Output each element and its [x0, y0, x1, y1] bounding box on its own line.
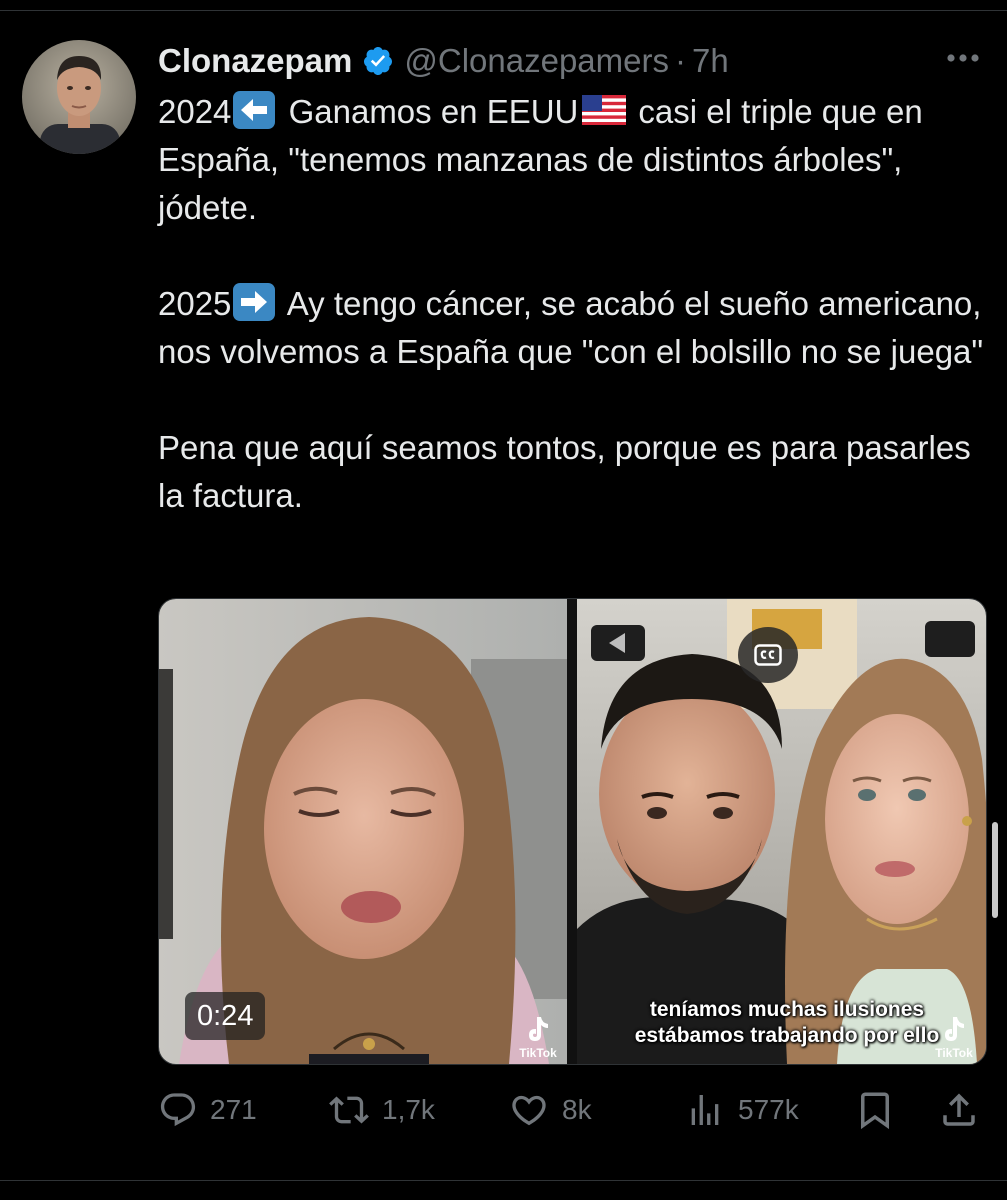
heart-icon	[512, 1095, 546, 1126]
us-flag-icon	[582, 90, 627, 125]
views-button[interactable]: 577k	[684, 1082, 799, 1138]
bottom-divider	[0, 1180, 1007, 1181]
tweet-text: 2024 Ganamos en EEUU casi el triple que e…	[158, 88, 988, 520]
reply-count: 271	[210, 1094, 257, 1125]
share-button[interactable]	[938, 1082, 980, 1138]
bookmark-icon	[861, 1092, 889, 1130]
timestamp[interactable]: 7h	[692, 42, 729, 80]
left-arrow-emoji-icon	[233, 91, 276, 129]
year-2024: 2024	[158, 93, 232, 130]
closed-captions-button[interactable]	[738, 627, 798, 683]
action-bar: 271 1,7k 8k 577k	[158, 1082, 988, 1138]
tiktok-logo-icon: TikTok	[929, 1015, 979, 1063]
reply-button[interactable]: 271	[158, 1082, 257, 1138]
top-divider	[0, 0, 1007, 11]
tweet-paragraph-2: 2025 Ay tengo cáncer, se acabó el sueño …	[158, 280, 988, 376]
avatar-image	[22, 40, 136, 154]
repost-button[interactable]: 1,7k	[328, 1082, 435, 1138]
handle[interactable]: @Clonazepamers	[404, 42, 669, 80]
tweet-header: Clonazepam @Clonazepamers · 7h	[158, 36, 998, 86]
like-button[interactable]: 8k	[508, 1082, 592, 1138]
video-duration: 0:24	[185, 992, 266, 1040]
repost-icon	[329, 1096, 369, 1124]
avatar[interactable]	[22, 40, 136, 154]
bookmark-button[interactable]	[854, 1082, 896, 1138]
separator-dot: ·	[675, 42, 686, 79]
tiktok-logo-icon: TikTok	[513, 1015, 563, 1063]
like-count: 8k	[562, 1094, 592, 1125]
views-count: 577k	[738, 1094, 799, 1125]
reply-icon	[160, 1093, 196, 1127]
video-caption: teníamos muchas ilusiones estábamos trab…	[634, 998, 940, 1047]
video-thumbnail-left[interactable]: 0:24 TikTok	[159, 599, 567, 1064]
tiktok-label: TikTok	[519, 1046, 557, 1060]
display-name[interactable]: Clonazepam	[158, 42, 352, 80]
media-container[interactable]: 0:24 TikTok teníamos muchas ilusiones es…	[158, 598, 987, 1065]
text-segment: Ay tengo cáncer, se acabó el sueño ameri…	[158, 285, 984, 370]
verified-badge-icon	[362, 45, 394, 77]
tiktok-label: TikTok	[935, 1046, 973, 1060]
repost-count: 1,7k	[382, 1094, 435, 1125]
share-icon	[943, 1093, 975, 1126]
more-options-icon[interactable]	[938, 40, 988, 76]
closed-captions-icon	[754, 644, 782, 666]
tweet-paragraph-3: Pena que aquí seamos tontos, porque es p…	[158, 429, 971, 514]
text-segment: Ganamos en EEUU	[279, 93, 579, 130]
scrollbar[interactable]	[992, 822, 998, 918]
tweet-paragraph-1: 2024 Ganamos en EEUU casi el triple que e…	[158, 88, 988, 232]
views-icon	[691, 1095, 719, 1125]
right-arrow-emoji-icon	[233, 283, 276, 321]
year-2025: 2025	[158, 285, 232, 322]
